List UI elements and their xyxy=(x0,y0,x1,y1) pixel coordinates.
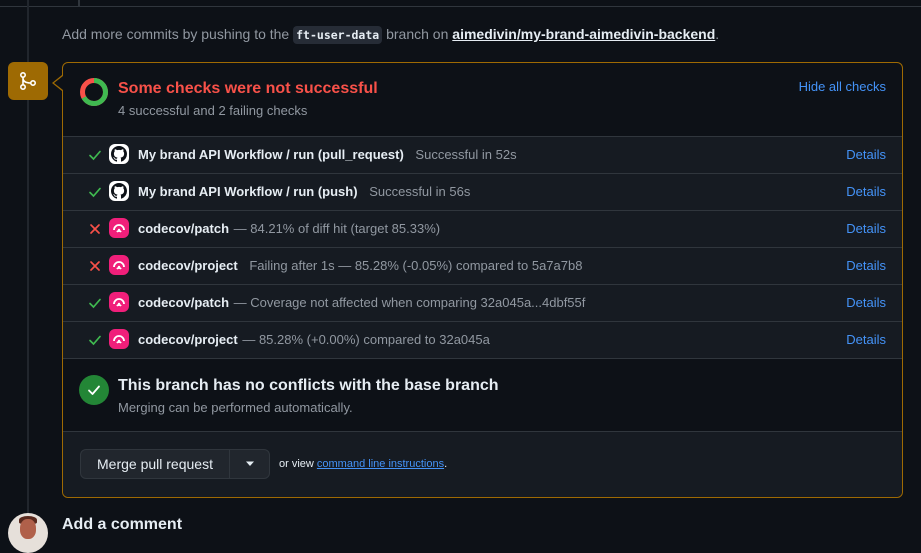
hide-all-checks-link[interactable]: Hide all checks xyxy=(799,79,886,94)
push-hint-prefix: Add more commits by pushing to the xyxy=(62,26,290,42)
check-text: codecov/patch — Coverage not affected wh… xyxy=(138,295,585,310)
branch-name: ft-user-data xyxy=(293,26,383,44)
check-details-link[interactable]: Details xyxy=(846,258,886,273)
add-comment-heading: Add a comment xyxy=(62,516,183,533)
check-name: codecov/project xyxy=(138,332,238,347)
push-hint: Add more commits by pushing to the ft-us… xyxy=(62,26,720,44)
codecov-icon xyxy=(109,218,129,238)
check-row: codecov/patch — 84.21% of diff hit (targ… xyxy=(63,211,902,248)
check-row: My brand API Workflow / run (push) Succe… xyxy=(63,174,902,211)
check-row: My brand API Workflow / run (pull_reques… xyxy=(63,137,902,174)
check-row: codecov/project Failing after 1s — 85.28… xyxy=(63,248,902,285)
codecov-icon xyxy=(109,329,129,349)
check-description: — 84.21% of diff hit (target 85.33%) xyxy=(233,221,441,236)
check-description: Successful in 52s xyxy=(415,147,517,162)
push-hint-middle: branch on xyxy=(386,26,449,42)
previous-item-connector xyxy=(78,0,80,6)
check-icon xyxy=(88,296,102,310)
checks-subtitle: 4 successful and 2 failing checks xyxy=(118,103,308,118)
conflict-status: This branch has no conflicts with the ba… xyxy=(63,359,902,432)
merge-pull-request-button[interactable]: Merge pull request xyxy=(80,449,230,479)
conflict-subtitle: Merging can be performed automatically. xyxy=(118,400,353,415)
command-line-instructions-link[interactable]: command line instructions xyxy=(317,458,444,470)
panel-pointer-fill xyxy=(54,76,63,90)
merge-actions: Merge pull request or view command line … xyxy=(63,432,902,497)
check-text: codecov/project — 85.28% (+0.00%) compar… xyxy=(138,332,490,347)
git-merge-badge xyxy=(8,62,48,100)
check-name: My brand API Workflow / run (push) xyxy=(138,184,358,199)
check-details-link[interactable]: Details xyxy=(846,147,886,162)
checks-header: Some checks were not successful 4 succes… xyxy=(63,63,902,137)
triangle-down-icon xyxy=(245,461,254,466)
previous-item-divider xyxy=(0,0,921,7)
command-line-hint: or view command line instructions. xyxy=(279,458,447,470)
check-description: Failing after 1s — 85.28% (-0.05%) compa… xyxy=(249,258,583,273)
check-name: My brand API Workflow / run (pull_reques… xyxy=(138,147,404,162)
check-name: codecov/patch xyxy=(138,295,230,310)
checks-summary-donut xyxy=(80,78,108,106)
x-icon xyxy=(88,222,102,236)
check-text: My brand API Workflow / run (pull_reques… xyxy=(138,147,517,162)
github-icon xyxy=(109,144,129,164)
check-text: codecov/patch — 84.21% of diff hit (targ… xyxy=(138,221,440,236)
check-name: codecov/project xyxy=(138,258,238,273)
merge-status-panel: Some checks were not successful 4 succes… xyxy=(62,62,903,498)
check-text: codecov/project Failing after 1s — 85.28… xyxy=(138,258,582,273)
check-description: — Coverage not affected when comparing 3… xyxy=(233,295,586,310)
check-description: — 85.28% (+0.00%) compared to 32a045a xyxy=(242,332,490,347)
check-icon xyxy=(88,148,102,162)
check-row: codecov/patch — Coverage not affected wh… xyxy=(63,285,902,322)
checks-title: Some checks were not successful xyxy=(118,80,378,97)
codecov-icon xyxy=(109,292,129,312)
repository-link[interactable]: aimedivin/my-brand-aimedivin-backend xyxy=(452,26,715,42)
conflict-title: This branch has no conflicts with the ba… xyxy=(118,377,499,394)
git-merge-icon xyxy=(19,71,37,91)
github-icon xyxy=(109,181,129,201)
check-text: My brand API Workflow / run (push) Succe… xyxy=(138,184,470,199)
check-icon xyxy=(88,333,102,347)
command-line-suffix: . xyxy=(444,458,448,470)
merge-method-dropdown[interactable] xyxy=(229,449,270,479)
check-name: codecov/patch xyxy=(138,221,230,236)
check-description: Successful in 56s xyxy=(369,184,471,199)
check-icon xyxy=(88,385,100,395)
check-details-link[interactable]: Details xyxy=(846,295,886,310)
check-details-link[interactable]: Details xyxy=(846,221,886,236)
check-icon xyxy=(88,185,102,199)
check-details-link[interactable]: Details xyxy=(846,332,886,347)
check-circle-icon xyxy=(79,375,109,405)
x-icon xyxy=(88,259,102,273)
codecov-icon xyxy=(109,255,129,275)
check-row: codecov/project — 85.28% (+0.00%) compar… xyxy=(63,322,902,359)
avatar[interactable] xyxy=(8,513,48,553)
avatar-face xyxy=(20,519,36,539)
check-details-link[interactable]: Details xyxy=(846,184,886,199)
command-line-prefix: or view xyxy=(279,458,314,470)
push-hint-suffix: . xyxy=(715,26,720,42)
